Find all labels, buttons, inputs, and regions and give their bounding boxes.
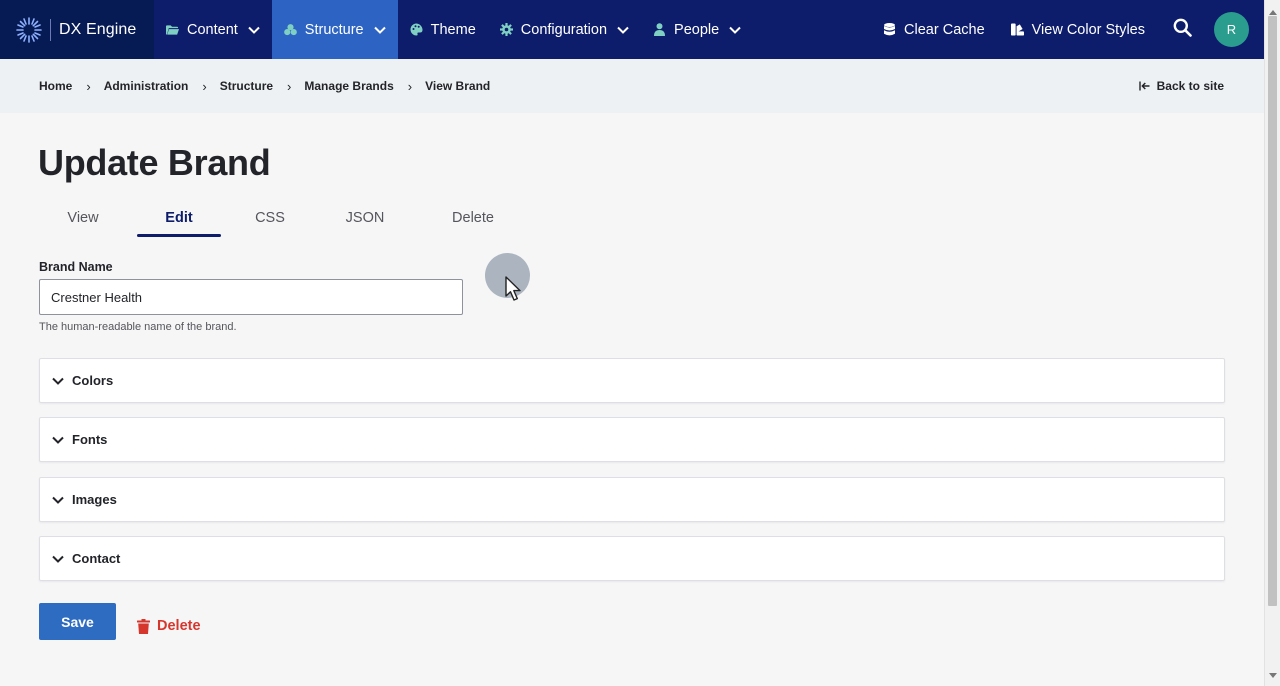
tab-css[interactable]: CSS: [225, 200, 315, 236]
section-title: Fonts: [72, 432, 108, 447]
section-title: Contact: [72, 551, 121, 566]
tab-view[interactable]: View: [39, 200, 127, 236]
main-nav: Content Structure Theme Configuration Pe…: [154, 0, 753, 59]
section-fonts[interactable]: Fonts: [39, 417, 1225, 462]
nav-right-tools: Clear Cache View Color Styles R: [870, 0, 1264, 59]
section-images[interactable]: Images: [39, 477, 1225, 522]
vertical-scrollbar[interactable]: [1264, 0, 1280, 686]
breadcrumb-separator: ›: [202, 78, 207, 94]
nav-item-theme[interactable]: Theme: [398, 0, 488, 59]
dx-engine-logo-icon: [14, 15, 44, 45]
sitemap-icon: [283, 23, 297, 36]
breadcrumb-separator: ›: [86, 78, 91, 94]
nav-item-label: Configuration: [520, 21, 608, 38]
breadcrumb-administration[interactable]: Administration: [104, 79, 189, 93]
top-navigation-bar: DX Engine Content Structure Theme Config…: [0, 0, 1264, 59]
save-button[interactable]: Save: [39, 603, 116, 640]
chevron-down-icon: [617, 26, 629, 34]
avatar[interactable]: R: [1214, 12, 1249, 47]
mouse-pointer-icon: [505, 276, 523, 307]
tab-edit[interactable]: Edit: [137, 200, 221, 237]
nav-item-label: People: [674, 21, 720, 38]
chevron-down-icon: [52, 496, 64, 504]
gear-icon: [499, 23, 513, 36]
breadcrumb: Home › Administration › Structure › Mana…: [39, 79, 490, 94]
tab-json[interactable]: JSON: [319, 200, 411, 236]
palette-icon: [410, 23, 423, 36]
page-title: Update Brand: [38, 142, 271, 183]
database-icon: [883, 23, 896, 36]
person-icon: [653, 23, 666, 36]
section-title: Images: [72, 492, 117, 507]
breadcrumb-view-brand: View Brand: [425, 79, 491, 93]
chevron-down-icon: [52, 377, 64, 385]
trash-icon: [137, 618, 150, 634]
arrow-left-to-line-icon: [1138, 81, 1150, 91]
clear-cache-label: Clear Cache: [904, 21, 985, 38]
scroll-down-arrow-icon[interactable]: [1269, 666, 1277, 684]
search-icon: [1173, 18, 1192, 42]
brand-block[interactable]: DX Engine: [0, 0, 154, 59]
search-button[interactable]: [1162, 0, 1202, 59]
nav-item-label: Theme: [430, 21, 476, 38]
nav-item-structure[interactable]: Structure: [271, 0, 398, 59]
clear-cache-button[interactable]: Clear Cache: [870, 0, 998, 59]
nav-item-configuration[interactable]: Configuration: [488, 0, 641, 59]
chevron-down-icon: [373, 26, 386, 34]
folder-icon: [166, 23, 179, 36]
brand-name-input[interactable]: [39, 279, 463, 315]
nav-item-label: Structure: [304, 21, 364, 38]
swatches-icon: [1010, 23, 1024, 36]
chevron-down-icon: [52, 555, 64, 563]
chevron-down-icon: [248, 26, 260, 34]
scrollbar-thumb[interactable]: [1268, 16, 1277, 606]
brand-divider: [50, 18, 51, 41]
app-name: DX Engine: [59, 20, 137, 38]
view-color-styles-label: View Color Styles: [1031, 21, 1145, 38]
brand-name-label: Brand Name: [39, 260, 113, 274]
tab-delete[interactable]: Delete: [425, 200, 521, 236]
section-contact[interactable]: Contact: [39, 536, 1225, 581]
section-colors[interactable]: Colors: [39, 358, 1225, 403]
breadcrumb-bar: Home › Administration › Structure › Mana…: [0, 59, 1264, 113]
breadcrumb-separator: ›: [287, 78, 292, 94]
chevron-down-icon: [729, 26, 741, 34]
breadcrumb-structure[interactable]: Structure: [220, 79, 273, 93]
brand-name-help-text: The human-readable name of the brand.: [39, 321, 237, 333]
breadcrumb-manage-brands[interactable]: Manage Brands: [304, 79, 393, 93]
delete-link[interactable]: Delete: [137, 618, 201, 634]
view-color-styles-button[interactable]: View Color Styles: [998, 0, 1158, 59]
back-to-site-link[interactable]: Back to site: [1138, 79, 1224, 93]
back-to-site-label: Back to site: [1156, 79, 1224, 93]
breadcrumb-home[interactable]: Home: [39, 79, 72, 93]
section-title: Colors: [72, 373, 114, 388]
nav-item-label: Content: [187, 21, 238, 38]
chevron-down-icon: [52, 436, 64, 444]
delete-label: Delete: [157, 618, 201, 634]
nav-item-people[interactable]: People: [641, 0, 753, 59]
nav-item-content[interactable]: Content: [154, 0, 272, 59]
tab-bar: View Edit CSS JSON Delete: [39, 200, 521, 237]
breadcrumb-separator: ›: [407, 78, 413, 94]
